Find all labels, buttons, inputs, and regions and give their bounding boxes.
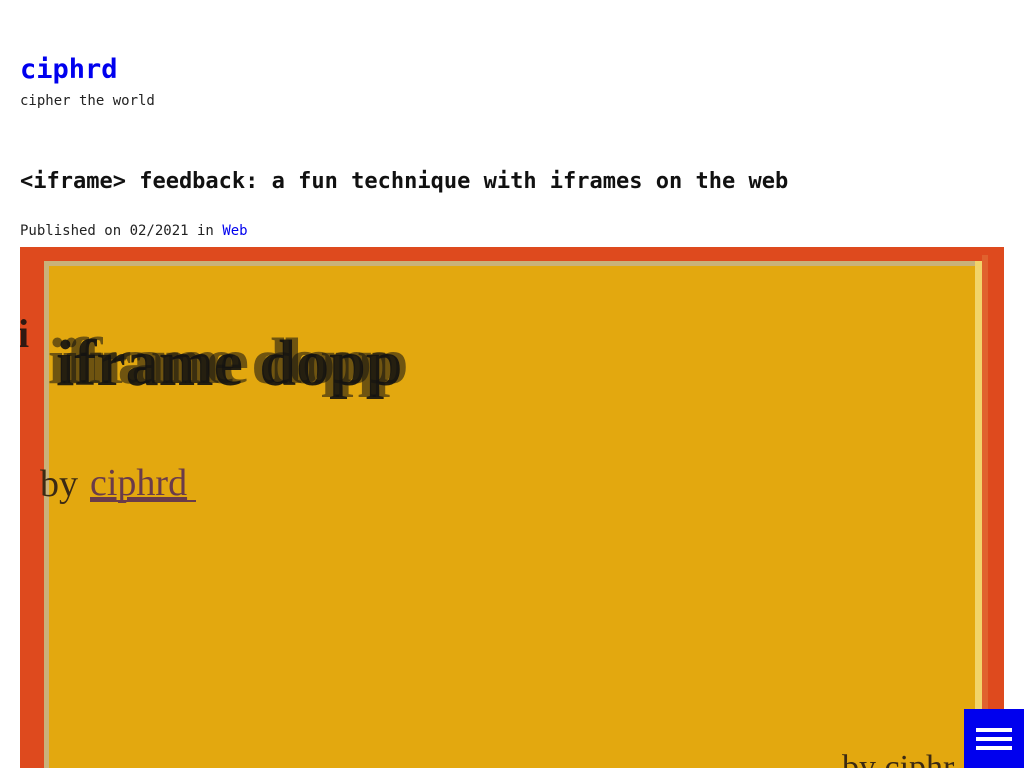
menu-button[interactable] (964, 709, 1024, 768)
hero-ghost-left-fragment: i (20, 311, 29, 356)
post-meta: Published on 02/2021 in Web (20, 221, 248, 241)
post-category-link[interactable]: Web (222, 223, 247, 239)
site-tagline: cipher the world (20, 93, 155, 109)
site-title-link[interactable]: ciphrd (20, 52, 155, 88)
hero-title: iframe dopp (56, 327, 403, 400)
hero-author-link: ciphrd (90, 462, 187, 504)
post-meta-published: Published on 02/2021 in (20, 223, 214, 239)
hero-feedback-graphic: i iframe dopp iframe dopp iframe dopp by… (20, 247, 1004, 768)
post-title: <iframe> feedback: a fun technique with … (20, 169, 789, 194)
hero-corner-fragment: by ciphr (842, 749, 955, 768)
hero-by-label: by (40, 463, 78, 505)
site-header: ciphrd cipher the world (20, 52, 155, 111)
hero-image: i iframe dopp iframe dopp iframe dopp by… (20, 247, 1004, 768)
